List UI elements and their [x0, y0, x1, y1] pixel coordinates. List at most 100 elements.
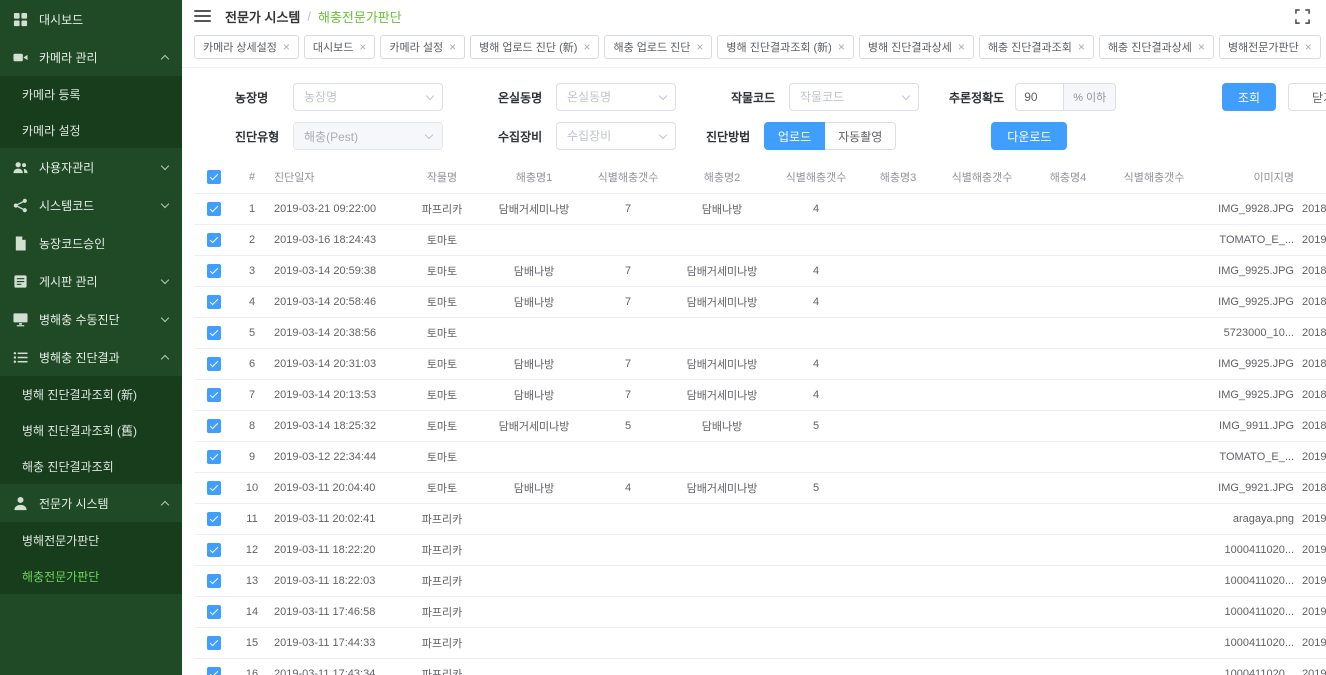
table-row[interactable]: 52019-03-14 20:38:56토마토5723000_10...2018	[194, 318, 1326, 349]
tab-close-icon[interactable]: ×	[283, 41, 290, 53]
column-header[interactable]: 식별해충갯수	[938, 161, 1026, 194]
row-checkbox[interactable]	[207, 295, 221, 309]
row-checkbox[interactable]	[207, 543, 221, 557]
sidebar-item[interactable]: 농장코드승인	[0, 224, 182, 262]
select-all-checkbox[interactable]	[207, 170, 221, 184]
sidebar-subitem[interactable]: 카메라 설정	[0, 112, 182, 148]
table-row[interactable]: 32019-03-14 20:59:38토마토담배나방7담배거세미나방4IMG_…	[194, 256, 1326, 287]
fullscreen-icon[interactable]	[1295, 9, 1310, 24]
column-header[interactable]: 해충명1	[482, 161, 586, 194]
tab-item[interactable]: 병해 진단결과조회 (新)×	[717, 35, 853, 59]
table-row[interactable]: 72019-03-14 20:13:53토마토담배나방7담배거세미나방4IMG_…	[194, 380, 1326, 411]
tab-item[interactable]: 병해 진단결과상세×	[859, 35, 974, 59]
column-header[interactable]: 이미지명	[1198, 161, 1298, 194]
tab-item[interactable]: 해충 진단결과조회×	[979, 35, 1094, 59]
tab-close-icon[interactable]: ×	[838, 41, 845, 53]
row-checkbox[interactable]	[207, 388, 221, 402]
pest2-count: 4	[774, 287, 858, 318]
row-checkbox[interactable]	[207, 357, 221, 371]
row-checkbox[interactable]	[207, 605, 221, 619]
table-row[interactable]: 42019-03-14 20:58:46토마토담배나방7담배거세미나방4IMG_…	[194, 287, 1326, 318]
sidebar-item[interactable]: 병해충 수동진단	[0, 300, 182, 338]
sidebar-subitem[interactable]: 병해 진단결과조회 (舊)	[0, 412, 182, 448]
table-row[interactable]: 142019-03-11 17:46:58파프리카1000411020...20…	[194, 597, 1326, 628]
pest1-count	[586, 659, 670, 675]
table-row[interactable]: 62019-03-14 20:31:03토마토담배나방7담배거세미나방4IMG_…	[194, 349, 1326, 380]
tab-close-icon[interactable]: ×	[1078, 41, 1085, 53]
device-input[interactable]	[556, 122, 676, 150]
hamburger-menu-icon[interactable]	[194, 10, 211, 22]
table-row[interactable]: 22019-03-16 18:24:43토마토TOMATO_E_...2019	[194, 225, 1326, 256]
tab-close-icon[interactable]: ×	[696, 41, 703, 53]
row-checkbox[interactable]	[207, 202, 221, 216]
crop-code-input[interactable]	[789, 83, 919, 111]
column-header[interactable]: 식별해충갯수	[1110, 161, 1198, 194]
tab-item[interactable]: 대시보드×	[304, 35, 376, 59]
column-header[interactable]: 해충명4	[1026, 161, 1110, 194]
row-checkbox[interactable]	[207, 667, 221, 675]
column-header[interactable]	[1298, 161, 1326, 194]
sidebar-item[interactable]: 게시판 관리	[0, 262, 182, 300]
download-button[interactable]: 다운로드	[991, 122, 1067, 150]
column-header[interactable]: #	[234, 161, 270, 194]
table-row[interactable]: 82019-03-14 18:25:32토마토담배거세미나방5담배나방5IMG_…	[194, 411, 1326, 442]
row-checkbox[interactable]	[207, 264, 221, 278]
sidebar-subitem[interactable]: 해충 진단결과조회	[0, 448, 182, 484]
tab-item[interactable]: 해충 업로드 진단×	[604, 35, 712, 59]
tab-close-icon[interactable]: ×	[1198, 41, 1205, 53]
column-header[interactable]: 해충명2	[670, 161, 774, 194]
greenhouse-input[interactable]	[556, 83, 676, 111]
search-button[interactable]: 조회	[1222, 83, 1276, 111]
column-header[interactable]: 식별해충갯수	[586, 161, 670, 194]
row-checkbox[interactable]	[207, 512, 221, 526]
tab-item[interactable]: 병해 업로드 진단 (新)×	[470, 35, 599, 59]
breadcrumb-root[interactable]: 전문가 시스템	[225, 7, 300, 26]
sidebar-subitem[interactable]: 카메라 등록	[0, 76, 182, 112]
sidebar-subitem[interactable]: 해충전문가판단	[0, 558, 182, 594]
sidebar-item[interactable]: 대시보드	[0, 0, 182, 38]
table-row[interactable]: 12019-03-21 09:22:00파프리카담배거세미나방7담배나방4IMG…	[194, 194, 1326, 225]
column-header[interactable]: 진단일자	[270, 161, 402, 194]
sidebar-subitem[interactable]: 병해 진단결과조회 (新)	[0, 376, 182, 412]
tab-close-icon[interactable]: ×	[1305, 41, 1312, 53]
tab-item[interactable]: 병해전문가판단×	[1219, 35, 1321, 59]
row-checkbox[interactable]	[207, 419, 221, 433]
table-row[interactable]: 122019-03-11 18:22:20파프리카1000411020...20…	[194, 535, 1326, 566]
row-checkbox[interactable]	[207, 636, 221, 650]
sidebar-item[interactable]: 전문가 시스템	[0, 484, 182, 522]
farm-input[interactable]	[293, 83, 443, 111]
row-checkbox[interactable]	[207, 574, 221, 588]
table-row[interactable]: 92019-03-12 22:34:44토마토TOMATO_E_...2019	[194, 442, 1326, 473]
sidebar-item[interactable]: 카메라 관리	[0, 38, 182, 76]
table-row[interactable]: 102019-03-11 20:04:40토마토담배나방4담배거세미나방5IMG…	[194, 473, 1326, 504]
column-header[interactable]: 식별해충갯수	[774, 161, 858, 194]
image-name: TOMATO_E_...	[1198, 225, 1298, 256]
sidebar-subitem[interactable]: 병해전문가판단	[0, 522, 182, 558]
tab-close-icon[interactable]: ×	[958, 41, 965, 53]
row-checkbox[interactable]	[207, 450, 221, 464]
sidebar-item[interactable]: 병해충 진단결과	[0, 338, 182, 376]
column-header[interactable]: 해충명3	[858, 161, 938, 194]
tab-item[interactable]: 해충 진단결과상세×	[1099, 35, 1214, 59]
tab-close-icon[interactable]: ×	[359, 41, 366, 53]
row-checkbox[interactable]	[207, 233, 221, 247]
sidebar-item[interactable]: 시스템코드	[0, 186, 182, 224]
diagnosis-type-select[interactable]: 해충(Pest)	[293, 122, 443, 150]
tab-item[interactable]: 카메라 설정×	[380, 35, 465, 59]
image-name: IMG_9925.JPG	[1198, 287, 1298, 318]
sidebar-item[interactable]: 사용자관리	[0, 148, 182, 186]
method-option-auto[interactable]: 자동촬영	[825, 122, 896, 150]
tab-close-icon[interactable]: ×	[583, 41, 590, 53]
accuracy-input[interactable]	[1015, 83, 1063, 111]
table-row[interactable]: 162019-03-11 17:43:34파프리카1000411020...20…	[194, 659, 1326, 675]
table-row[interactable]: 152019-03-11 17:44:33파프리카1000411020...20…	[194, 628, 1326, 659]
close-button[interactable]: 닫기	[1288, 83, 1326, 111]
tab-close-icon[interactable]: ×	[449, 41, 456, 53]
method-option-upload[interactable]: 업로드	[764, 122, 825, 150]
column-header[interactable]: 작물명	[402, 161, 482, 194]
row-checkbox[interactable]	[207, 481, 221, 495]
row-checkbox[interactable]	[207, 326, 221, 340]
tab-item[interactable]: 카메라 상세설정×	[194, 35, 299, 59]
table-row[interactable]: 132019-03-11 18:22:03파프리카1000411020...20…	[194, 566, 1326, 597]
table-row[interactable]: 112019-03-11 20:02:41파프리카aragaya.png2019	[194, 504, 1326, 535]
